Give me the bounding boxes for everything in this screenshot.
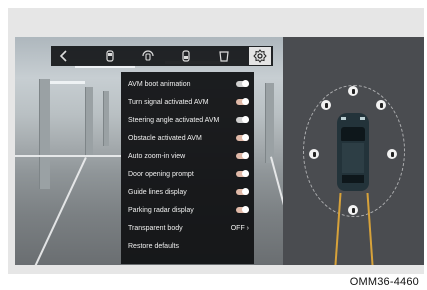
view-icon-bar [51, 46, 273, 66]
menu-item-label: Door opening prompt [128, 170, 194, 178]
transparent-body-value[interactable]: OFF › [231, 225, 249, 232]
menu-item-door-opening-prompt[interactable]: Door opening prompt [128, 165, 249, 183]
toggle-switch[interactable] [236, 206, 249, 213]
menu-item-avm-boot-animation[interactable]: AVM boot animation [128, 75, 249, 93]
menu-item-label: Steering angle activated AVM [128, 116, 220, 124]
avm-settings-menu: AVM boot animation Turn signal activated… [121, 72, 254, 264]
avm-screen: AVM boot animation Turn signal activated… [15, 37, 424, 265]
vehicle-top-icon [337, 113, 369, 191]
settings-gear-icon[interactable] [249, 47, 271, 65]
menu-item-label: Transparent body [128, 224, 183, 232]
menu-item-label: Turn signal activated AVM [128, 98, 209, 106]
menu-item-label: Obstacle activated AVM [128, 134, 202, 142]
back-icon[interactable] [53, 47, 75, 65]
figure-caption: OMM36-4460 [349, 276, 419, 288]
car-front-icon[interactable] [99, 47, 121, 65]
menu-item-label: Restore defaults [128, 242, 179, 250]
menu-item-auto-zoom-in[interactable]: Auto zoom-in view [128, 147, 249, 165]
left-sensor-icon [309, 149, 319, 159]
front-sensor-icon [348, 86, 358, 96]
menu-item-turn-signal-avm[interactable]: Turn signal activated AVM [128, 93, 249, 111]
car-rear-icon[interactable] [213, 47, 235, 65]
car-side-icon[interactable] [175, 47, 197, 65]
toggle-switch[interactable] [236, 80, 249, 87]
toggle-switch[interactable] [236, 134, 249, 141]
toggle-switch[interactable] [236, 170, 249, 177]
menu-item-label: Guide lines display [128, 188, 187, 196]
menu-item-steering-angle-avm[interactable]: Steering angle activated AVM [128, 111, 249, 129]
menu-item-label: Auto zoom-in view [128, 152, 186, 160]
toggle-switch[interactable] [236, 98, 249, 105]
menu-item-parking-radar-display[interactable]: Parking radar display [128, 201, 249, 219]
right-sensor-icon [387, 149, 397, 159]
car-rotate-icon[interactable] [137, 47, 159, 65]
menu-item-restore-defaults[interactable]: Restore defaults [128, 237, 249, 255]
menu-item-guide-lines-display[interactable]: Guide lines display [128, 183, 249, 201]
surround-top-view [283, 37, 424, 265]
menu-item-label: Parking radar display [128, 206, 194, 214]
menu-item-obstacle-avm[interactable]: Obstacle activated AVM [128, 129, 249, 147]
toggle-switch[interactable] [236, 188, 249, 195]
menu-item-transparent-body[interactable]: Transparent body OFF › [128, 219, 249, 237]
toggle-switch[interactable] [236, 152, 249, 159]
front-right-sensor-icon [376, 100, 386, 110]
rear-sensor-icon [348, 205, 358, 215]
front-left-sensor-icon [321, 100, 331, 110]
menu-item-label: AVM boot animation [128, 80, 191, 88]
toggle-switch[interactable] [236, 116, 249, 123]
